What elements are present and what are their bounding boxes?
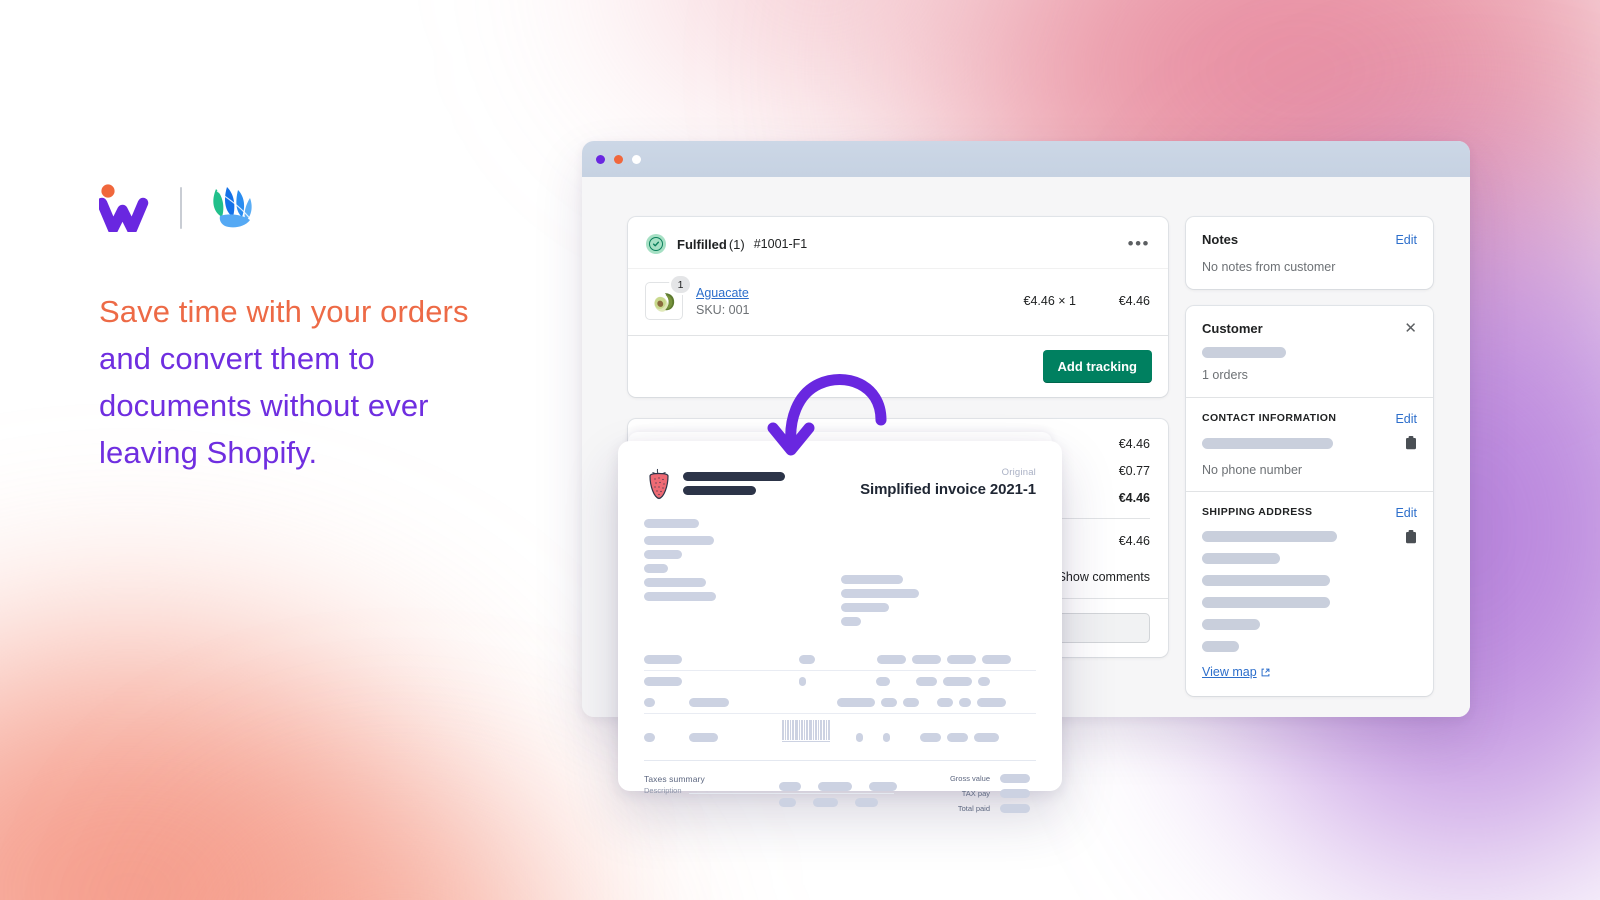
fulfillment-card: Fulfilled (1) #1001-F1 ••• 1 Aguacate SK… — [628, 217, 1168, 397]
line-item-unit-price: €4.46 × 1 — [1023, 294, 1076, 308]
copy-icon-shipping[interactable] — [1405, 530, 1417, 544]
logo-row — [99, 180, 549, 236]
window-titlebar — [582, 141, 1470, 177]
invoice-table-row — [644, 692, 1036, 713]
marketing-column: Save time with your orders and convert t… — [99, 180, 549, 476]
contact-no-phone: No phone number — [1202, 463, 1303, 477]
view-map-link[interactable]: View map — [1202, 665, 1270, 679]
customer-card: Customer ✕ 1 orders CONTACT INFORMATION … — [1186, 306, 1433, 696]
summary-amount-tax: €0.77 — [1118, 464, 1150, 478]
invoice-taxes-values — [689, 774, 930, 813]
add-tracking-button[interactable]: Add tracking — [1042, 350, 1152, 383]
fulfillment-card-footer: Add tracking — [628, 335, 1168, 397]
product-thumbnail-wrap: 1 — [646, 276, 690, 319]
customer-title: Customer — [1202, 321, 1263, 336]
window-dot-orange[interactable] — [614, 154, 623, 164]
product-sku: SKU: 001 — [696, 302, 750, 317]
line-item-total: €4.46 — [1118, 294, 1150, 308]
shipping-line-5-redacted — [1202, 619, 1260, 630]
invoice-brand — [644, 467, 785, 500]
headline-line-4: leaving Shopify. — [99, 435, 318, 470]
contact-header: CONTACT INFORMATION Edit — [1202, 412, 1417, 426]
notes-card: Notes Edit No notes from customer — [1186, 217, 1433, 289]
invoice-footer: Taxes summary Description Gross value TA… — [644, 760, 1036, 813]
invoice-table-row-barcode — [644, 714, 1036, 748]
fulfillment-status: Fulfilled — [677, 236, 727, 252]
invoice-seller-block — [644, 519, 829, 626]
shipping-line-2-redacted — [1202, 553, 1280, 564]
window-dot-white[interactable] — [632, 154, 641, 164]
shipping-title: SHIPPING ADDRESS — [1202, 506, 1313, 518]
invoice-line-table — [644, 649, 1036, 748]
fulfillment-count: (1) — [728, 236, 745, 252]
fulfilled-check-icon — [646, 234, 666, 254]
more-options-icon[interactable]: ••• — [1128, 235, 1150, 252]
customer-name-redacted — [1202, 347, 1286, 358]
invoice-brand-bars — [683, 467, 785, 495]
window-dot-purple[interactable] — [596, 154, 605, 164]
shipping-line-3-redacted — [1202, 575, 1330, 586]
notes-edit-link[interactable]: Edit — [1395, 233, 1417, 247]
headline-line-1: Save time with your orders — [99, 294, 469, 329]
invoice-table-header-row — [644, 649, 1036, 670]
contact-title: CONTACT INFORMATION — [1202, 412, 1337, 424]
line-item-info: Aguacate SKU: 001 — [696, 286, 750, 317]
invoice-totals-values — [1000, 774, 1036, 813]
curved-down-arrow-icon — [767, 374, 887, 456]
shipping-line-6-redacted — [1202, 641, 1239, 652]
gross-value-label: Gross value — [949, 774, 990, 783]
copy-icon[interactable] — [1405, 436, 1417, 450]
strawberry-logo-icon — [649, 468, 669, 500]
shipping-line-1-redacted — [1202, 531, 1337, 542]
invoice-title-block: Original Simplified invoice 2021-1 — [860, 467, 1036, 498]
invoice-buyer-block — [841, 519, 1026, 626]
promotional-banner: Save time with your orders and convert t… — [0, 0, 1600, 900]
shopify-leaf-logo — [213, 187, 252, 228]
tax-pay-label: TAX pay — [961, 789, 990, 798]
summary-amount-subtotal: €4.46 — [1118, 437, 1150, 451]
headline: Save time with your orders and convert t… — [99, 288, 549, 476]
headline-line-2: and convert them to — [99, 341, 375, 376]
order-side-column: Notes Edit No notes from customer Custom… — [1186, 217, 1433, 713]
external-link-icon — [1261, 668, 1270, 676]
invoice-company-sub-redacted — [683, 486, 756, 495]
order-line-item: 1 Aguacate SKU: 001 €4.46 × 1 €4.46 — [628, 268, 1168, 335]
invoice-table-row — [644, 671, 1036, 692]
shipping-address-section: SHIPPING ADDRESS Edit View map — [1186, 491, 1433, 681]
fulfillment-header: Fulfilled (1) #1001-F1 ••• — [628, 217, 1168, 268]
invoice-company-name-redacted — [683, 472, 785, 481]
close-icon[interactable]: ✕ — [1404, 321, 1417, 336]
customer-header: Customer ✕ — [1202, 321, 1417, 336]
invoice-title: Simplified invoice 2021-1 — [860, 481, 1036, 498]
invoice-header: Original Simplified invoice 2021-1 — [644, 467, 1036, 500]
invoice-totals-labels: Gross value TAX pay Total paid — [930, 774, 990, 813]
fulfillment-reference: #1001-F1 — [753, 237, 808, 251]
notes-empty-text: No notes from customer — [1202, 260, 1336, 274]
view-map-label: View map — [1202, 665, 1257, 679]
barcode-icon — [782, 720, 830, 742]
summary-amount-total: €4.46 — [1118, 491, 1150, 505]
shipping-edit-link[interactable]: Edit — [1395, 506, 1417, 520]
total-paid-label: Total paid — [957, 804, 990, 813]
shipping-line-4-redacted — [1202, 597, 1330, 608]
invoice-parties — [644, 519, 1036, 626]
contact-information-section: CONTACT INFORMATION Edit No phone number — [1186, 397, 1433, 491]
shipping-header: SHIPPING ADDRESS Edit — [1202, 506, 1417, 520]
product-name-link[interactable]: Aguacate — [696, 286, 750, 300]
wave-w-logo — [99, 184, 149, 232]
contact-email-redacted — [1202, 438, 1333, 449]
notes-header: Notes Edit — [1202, 232, 1417, 247]
line-item-quantity-badge: 1 — [671, 276, 690, 293]
notes-title: Notes — [1202, 232, 1239, 247]
summary-amount-paid: €4.46 — [1118, 534, 1150, 548]
logo-divider — [180, 187, 182, 229]
invoice-preview: Original Simplified invoice 2021-1 Taxes… — [618, 441, 1062, 813]
customer-orders-count: 1 orders — [1202, 368, 1248, 382]
contact-edit-link[interactable]: Edit — [1395, 412, 1417, 426]
headline-line-3: documents without ever — [99, 388, 429, 423]
